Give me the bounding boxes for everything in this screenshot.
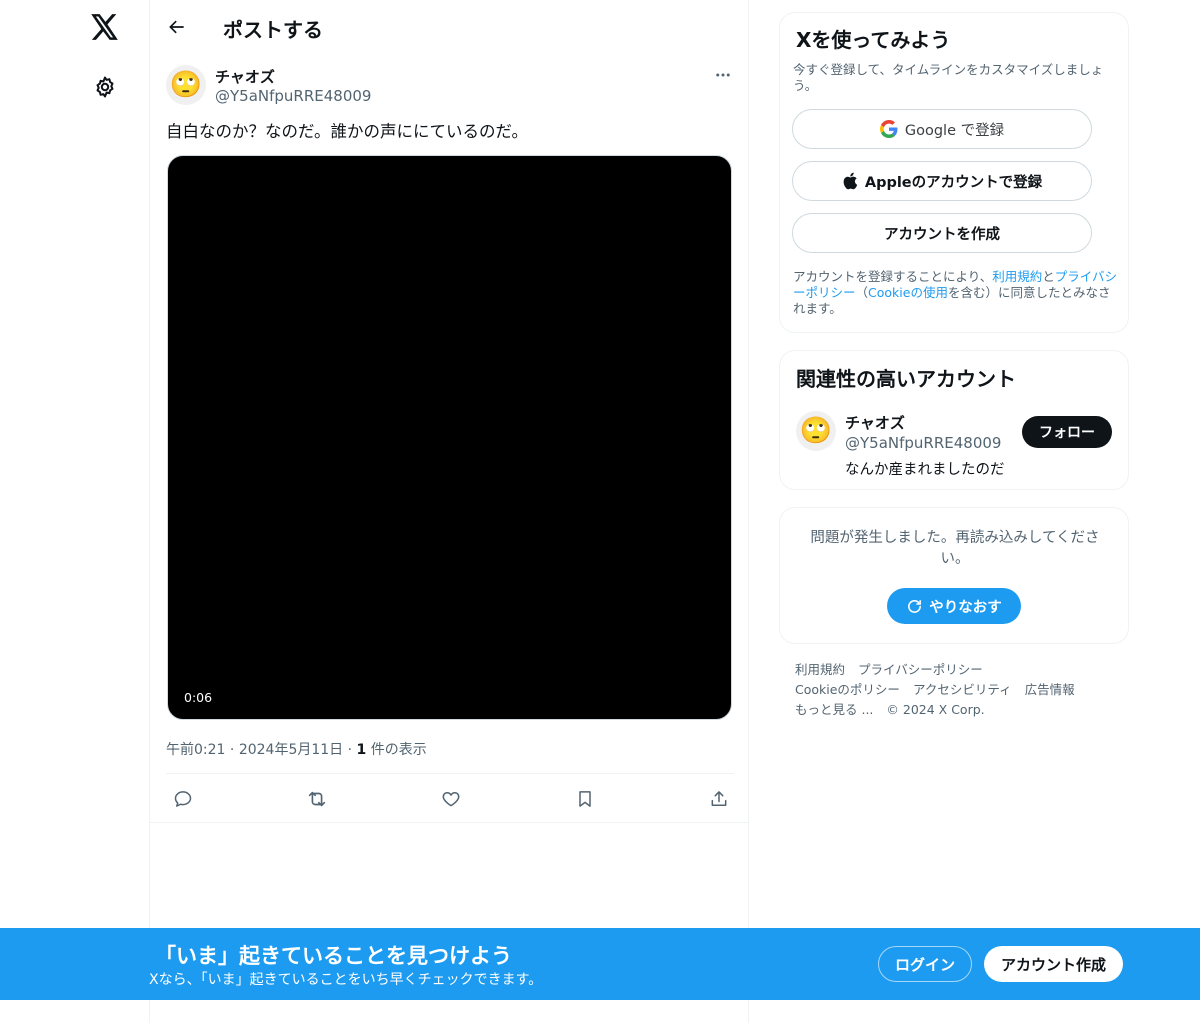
- main-column: ポストする 🙄 チャオズ @Y5aNfpuRRE48009 自白なのか？なのだ。…: [149, 0, 749, 1023]
- suggested-handle[interactable]: @Y5aNfpuRRE48009: [845, 434, 1001, 452]
- footer-more-link[interactable]: もっと見る ...: [795, 700, 873, 720]
- suggested-title: 関連性の高いアカウント: [796, 367, 1016, 391]
- error-card: 問題が発生しました。再読み込みしてください。 やりなおす: [779, 507, 1129, 644]
- footer-privacy-link[interactable]: プライバシーポリシー: [858, 660, 983, 680]
- footer-cookie-link[interactable]: Cookieのポリシー: [795, 680, 900, 700]
- post-time[interactable]: 午前0:21: [166, 742, 225, 758]
- author-handle[interactable]: @Y5aNfpuRRE48009: [215, 87, 371, 105]
- divider: [166, 773, 734, 774]
- view-count: 1: [356, 742, 367, 758]
- legal-text: と: [1042, 269, 1055, 284]
- create-account-button[interactable]: アカウントを作成: [792, 213, 1092, 253]
- suggested-name[interactable]: チャオズ: [845, 412, 905, 433]
- footer-links: 利用規約 プライバシーポリシー Cookieのポリシー アクセシビリティ 広告情…: [795, 660, 1125, 720]
- legal-text: （: [855, 285, 869, 300]
- suggested-accounts-card: 関連性の高いアカウント 🙄 チャオズ @Y5aNfpuRRE48009 なんか産…: [779, 350, 1129, 490]
- google-signup-button[interactable]: Google で登録: [792, 109, 1092, 149]
- banner-title: 「いま」起きていることを見つけよう: [155, 944, 512, 968]
- terms-link[interactable]: 利用規約: [992, 269, 1042, 284]
- x-logo-icon[interactable]: [88, 10, 122, 44]
- more-options-icon[interactable]: [712, 64, 734, 86]
- signup-card: Xを使ってみよう 今すぐ登録して、タイムラインをカスタマイズしましょう。 Goo…: [779, 12, 1129, 333]
- signup-subtitle: 今すぐ登録して、タイムラインをカスタマイズしましょう。: [793, 62, 1104, 93]
- like-icon[interactable]: [440, 788, 462, 810]
- view-label: 件の表示: [366, 742, 427, 758]
- google-icon: [879, 120, 898, 138]
- meta-separator: ·: [229, 742, 235, 758]
- apple-signup-button[interactable]: Appleのアカウントで登録: [792, 161, 1092, 201]
- author-name[interactable]: チャオズ: [215, 66, 275, 87]
- retry-button[interactable]: やりなおす: [887, 588, 1021, 624]
- reply-icon[interactable]: [172, 788, 194, 810]
- divider: [150, 822, 749, 823]
- post-header: ポストする: [150, 0, 749, 53]
- refresh-icon: [906, 598, 923, 615]
- signup-button[interactable]: アカウント作成: [984, 946, 1123, 982]
- suggested-bio: なんか産まれましたのだ: [845, 462, 1005, 478]
- share-icon[interactable]: [708, 788, 730, 810]
- apple-signup-label: Appleのアカウントで登録: [864, 174, 1043, 191]
- post-date[interactable]: 2024年5月11日: [239, 742, 343, 758]
- avatar[interactable]: 🙄: [166, 65, 206, 105]
- avatar[interactable]: 🙄: [796, 411, 836, 451]
- video-player[interactable]: 0:06: [167, 155, 732, 720]
- error-message: 問題が発生しました。再読み込みしてください。: [810, 530, 1100, 567]
- banner-subtitle: Xなら、「いま」起きていることをいち早くチェックできます。: [149, 972, 543, 988]
- video-duration: 0:06: [184, 690, 213, 705]
- gear-icon[interactable]: [90, 72, 120, 102]
- post-author: 🙄 チャオズ @Y5aNfpuRRE48009: [166, 64, 734, 108]
- legal-text: アカウントを登録することにより、: [793, 269, 993, 284]
- post-actions: [166, 784, 734, 814]
- post-text: 自白なのか？なのだ。誰かの声ににているのだ。: [166, 122, 529, 141]
- footer-accessibility-link[interactable]: アクセシビリティ: [913, 680, 1012, 700]
- left-nav: [0, 0, 150, 1023]
- signup-title: Xを使ってみよう: [796, 28, 951, 52]
- repost-icon[interactable]: [306, 788, 328, 810]
- page-title: ポストする: [223, 18, 323, 42]
- back-arrow-icon[interactable]: [162, 12, 192, 42]
- cookie-link[interactable]: Cookieの使用: [868, 285, 948, 300]
- retry-label: やりなおす: [929, 599, 1002, 616]
- footer-ads-link[interactable]: 広告情報: [1025, 680, 1075, 700]
- signup-legal-text: アカウントを登録することにより、利用規約とプライバシーポリシー（Cookieの使…: [793, 269, 1119, 317]
- footer-copyright: © 2024 X Corp.: [886, 702, 985, 717]
- apple-icon: [842, 172, 858, 190]
- google-signup-label: Google で登録: [904, 122, 1005, 139]
- bookmark-icon[interactable]: [574, 788, 596, 810]
- create-account-label: アカウントを作成: [884, 226, 1000, 243]
- follow-button[interactable]: フォロー: [1022, 416, 1112, 448]
- login-banner: 「いま」起きていることを見つけよう Xなら、「いま」起きていることをいち早くチェ…: [0, 928, 1200, 1000]
- meta-separator: ·: [347, 742, 353, 758]
- login-button[interactable]: ログイン: [878, 946, 972, 982]
- footer-terms-link[interactable]: 利用規約: [795, 660, 845, 680]
- post-meta: 午前0:21 · 2024年5月11日 · 1 件の表示: [166, 739, 427, 759]
